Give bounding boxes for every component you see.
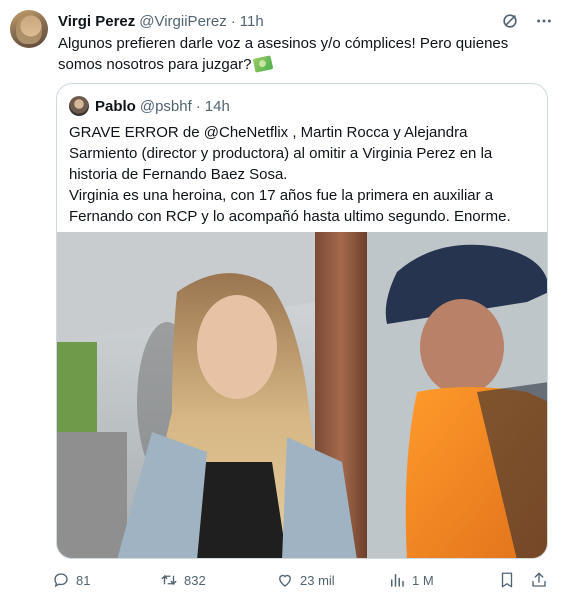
heart-icon xyxy=(279,574,291,587)
quoted-time[interactable]: 14h xyxy=(205,98,230,115)
quoted-text: GRAVE ERROR de @CheNetflix , Martin Rocc… xyxy=(69,122,539,227)
like-count: 23 mil xyxy=(300,572,335,588)
bookmark-button[interactable] xyxy=(498,571,516,589)
views-count: 1 M xyxy=(412,572,434,588)
tweet[interactable]: Virgi Perez @VirgiiPerez · 11h Algunos p… xyxy=(0,0,566,600)
quoted-handle[interactable]: @psbhf xyxy=(140,98,192,115)
quoted-paragraph-1: GRAVE ERROR de @CheNetflix , Martin Rocc… xyxy=(69,124,493,183)
author-name[interactable]: Virgi Perez xyxy=(58,13,135,30)
quoted-tweet[interactable]: Pablo @psbhf · 14h GRAVE ERROR de @CheNe… xyxy=(56,83,548,559)
views-icon xyxy=(391,574,404,587)
retweet-icon xyxy=(161,574,177,586)
author-handle[interactable]: @VirgiiPerez xyxy=(139,13,226,30)
reply-icon xyxy=(54,573,68,588)
money-emoji-icon xyxy=(253,55,274,73)
quoted-name[interactable]: Pablo xyxy=(95,98,136,115)
share-icon xyxy=(532,572,546,587)
bookmark-icon xyxy=(501,572,513,588)
separator-dot: · xyxy=(195,97,201,115)
quoted-header: Pablo @psbhf · 14h xyxy=(69,96,230,116)
grok-icon[interactable] xyxy=(500,11,520,31)
retweet-count: 832 xyxy=(184,572,206,588)
header-actions xyxy=(500,11,554,31)
action-bar: 81 832 23 mil 1 M xyxy=(52,571,552,591)
share-button[interactable] xyxy=(530,571,548,589)
like-button[interactable]: 23 mil xyxy=(276,571,335,589)
tweet-body: Algunos prefieren darle voz a asesinos y… xyxy=(58,35,509,73)
tweet-text: Algunos prefieren darle voz a asesinos y… xyxy=(58,33,548,75)
reply-button[interactable]: 81 xyxy=(52,571,90,589)
retweet-button[interactable]: 832 xyxy=(160,571,206,589)
quoted-photo[interactable] xyxy=(57,232,547,558)
tweet-header: Virgi Perez @VirgiiPerez · 11h xyxy=(58,11,554,31)
quoted-paragraph-2: Virginia es una heroina, con 17 años fue… xyxy=(69,187,511,225)
author-avatar[interactable] xyxy=(10,10,48,48)
quoted-avatar[interactable] xyxy=(69,96,89,116)
tweet-time[interactable]: 11h xyxy=(240,13,264,30)
separator-dot: · xyxy=(230,12,236,30)
views-button[interactable]: 1 M xyxy=(388,571,434,589)
more-icon[interactable] xyxy=(534,11,554,31)
reply-count: 81 xyxy=(76,572,91,588)
